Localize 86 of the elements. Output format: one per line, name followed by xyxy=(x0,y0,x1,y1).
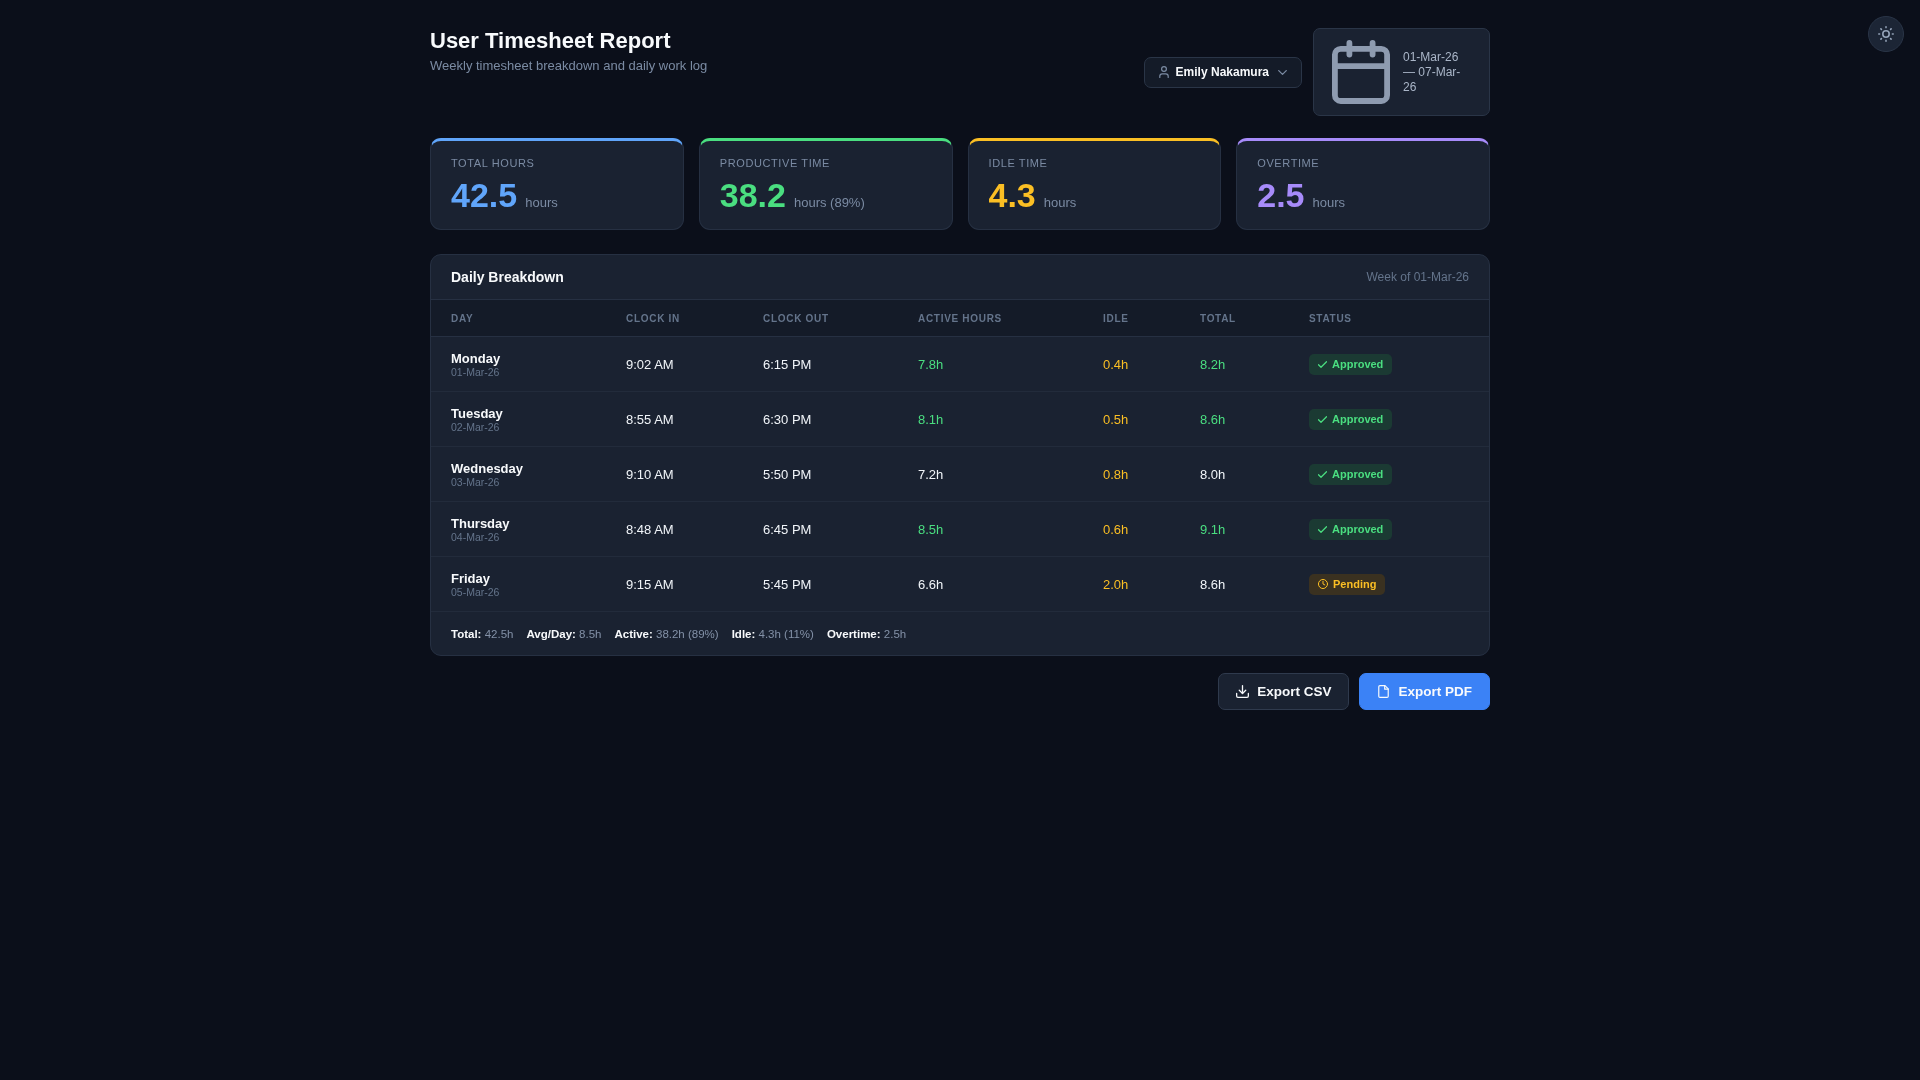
stat-value: 38.2 xyxy=(719,175,786,215)
check-icon xyxy=(1318,415,1327,423)
idle-cell-text: 0.6h xyxy=(1103,521,1130,537)
summary-stat: Avg/Day: 8.5h xyxy=(526,627,602,640)
stat-label: IDLE TIME xyxy=(988,157,1049,169)
column-header: DAY xyxy=(451,312,475,324)
clock-out-cell-text: 6:30 PM xyxy=(763,411,813,427)
clock-in-cell-text: 8:55 AM xyxy=(626,411,675,427)
day-date: 01-Mar-26 xyxy=(451,365,500,378)
clock-out-cell-text: 6:45 PM xyxy=(763,521,813,537)
idle-cell-text: 0.5h xyxy=(1103,411,1130,427)
stat-label: TOTAL HOURS xyxy=(451,157,536,169)
stat-unit: hours xyxy=(1312,195,1346,210)
total-cell-text: 8.2h xyxy=(1200,356,1227,372)
clock-out-cell-text: 5:50 PM xyxy=(763,466,813,482)
status-label: Approved xyxy=(1332,413,1384,425)
day-name: Wednesday xyxy=(451,460,523,476)
column-header: CLOCK IN xyxy=(626,312,681,324)
week-label: Week of 01-Mar-26 xyxy=(1366,270,1469,284)
user-icon xyxy=(1158,66,1169,78)
active-hours-cell-text: 7.2h xyxy=(918,466,945,482)
column-header: IDLE xyxy=(1103,312,1130,324)
check-icon xyxy=(1318,525,1327,533)
column-header: ACTIVE HOURS xyxy=(918,312,1003,324)
date-range-picker[interactable]: 01-Mar-26 — 07-Mar-26 xyxy=(1313,28,1490,116)
day-name: Tuesday xyxy=(451,405,503,421)
stat-unit: hours xyxy=(525,195,558,210)
check-icon xyxy=(1318,360,1327,368)
theme-toggle-button[interactable] xyxy=(1868,16,1904,52)
idle-cell-text: 2.0h xyxy=(1103,576,1130,592)
check-icon xyxy=(1318,470,1327,478)
day-name: Monday xyxy=(451,350,501,366)
day-date: 05-Mar-26 xyxy=(451,585,500,598)
column-header: CLOCK OUT xyxy=(763,312,830,324)
total-cell-text: 8.6h xyxy=(1200,576,1227,592)
summary-stat: Active: 38.2h (89%) xyxy=(614,627,719,640)
page-title: User Timesheet Report xyxy=(430,27,672,55)
clock-in-cell-text: 8:48 AM xyxy=(626,521,675,537)
summary-stat: Overtime: 2.5h xyxy=(826,627,907,640)
export-button[interactable]: Export CSV xyxy=(1218,673,1350,710)
user-name: Emily Nakamura xyxy=(1175,65,1269,79)
status-label: Approved xyxy=(1332,468,1384,480)
total-cell-text: 9.1h xyxy=(1200,521,1227,537)
summary-stat: Idle: 4.3h (11%) xyxy=(731,627,814,640)
total-cell-text: 8.0h xyxy=(1200,466,1227,482)
total-cell-text: 8.6h xyxy=(1200,411,1227,427)
day-date: 03-Mar-26 xyxy=(451,475,500,488)
export-button[interactable]: Export PDF xyxy=(1359,673,1490,710)
date-range-text: 01-Mar-26 — 07-Mar-26 xyxy=(1403,49,1462,95)
idle-cell-text: 0.8h xyxy=(1103,466,1130,482)
day-name: Thursday xyxy=(451,515,510,531)
stat-value: 42.5 xyxy=(451,175,518,215)
page-subtitle: Weekly timesheet breakdown and daily work log xyxy=(430,58,708,73)
clock-in-cell-text: 9:15 AM xyxy=(626,576,675,592)
status-label: Approved xyxy=(1332,523,1384,535)
column-header: STATUS xyxy=(1309,312,1353,324)
summary-stat: Total: 42.5h xyxy=(451,627,514,640)
panel-title: Daily Breakdown xyxy=(451,269,564,285)
active-hours-cell-text: 8.5h xyxy=(918,521,945,537)
column-header: TOTAL xyxy=(1200,312,1237,324)
idle-cell-text: 0.4h xyxy=(1103,356,1130,372)
stat-unit: hours xyxy=(1043,195,1077,210)
status-label: Approved xyxy=(1332,358,1384,370)
active-hours-cell-text: 8.1h xyxy=(918,411,945,427)
file-icon xyxy=(1377,685,1391,698)
sun-icon xyxy=(1878,26,1894,42)
stat-label: PRODUCTIVE TIME xyxy=(719,157,831,169)
day-name: Friday xyxy=(451,570,490,586)
clock-in-cell-text: 9:02 AM xyxy=(626,356,675,372)
calendar-icon xyxy=(1332,40,1390,104)
day-date: 04-Mar-26 xyxy=(451,530,500,543)
stat-label: OVERTIME xyxy=(1257,157,1321,169)
chevron-down-icon xyxy=(1278,69,1287,75)
clock-in-cell-text: 9:10 AM xyxy=(626,466,675,482)
active-hours-cell-text: 6.6h xyxy=(918,576,945,592)
clock-icon xyxy=(1318,579,1328,589)
active-hours-cell-text: 7.8h xyxy=(918,356,945,372)
clock-out-cell-text: 5:45 PM xyxy=(763,576,813,592)
day-date: 02-Mar-26 xyxy=(451,420,500,433)
stat-unit: hours (89%) xyxy=(793,195,865,210)
stat-value: 2.5 xyxy=(1257,175,1305,215)
user-select-dropdown[interactable]: Emily Nakamura xyxy=(1143,56,1302,88)
clock-out-cell-text: 6:15 PM xyxy=(763,356,813,372)
download-icon xyxy=(1236,685,1250,698)
stat-value: 4.3 xyxy=(988,175,1036,215)
status-label: Pending xyxy=(1333,578,1377,590)
